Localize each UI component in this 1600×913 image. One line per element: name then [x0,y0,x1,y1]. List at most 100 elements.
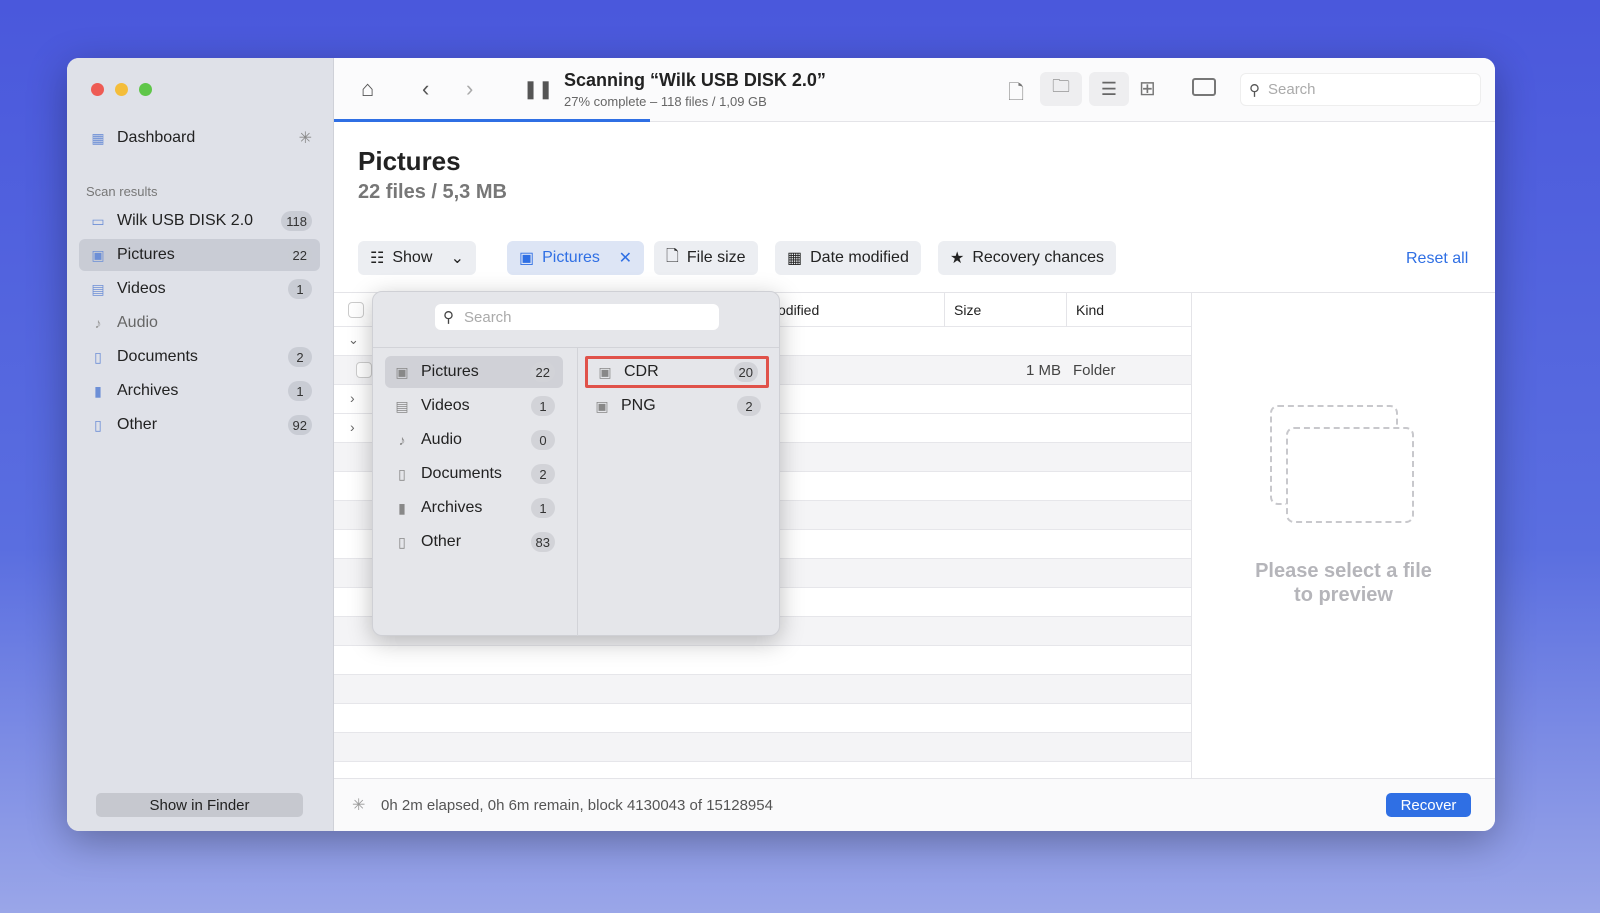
preview-line: Please select a file [1255,560,1432,582]
category-label: Videos [421,397,470,414]
category-icon: ▤ [395,397,409,414]
category-count: 2 [531,464,555,484]
sidebar: ▦ Dashboard ✳ Scan results ▭ Wilk USB DIS… [67,58,334,831]
header-size: Size [954,302,982,318]
recovery-chances-filter[interactable]: ★ Recovery chances [938,241,1116,275]
category-item-videos[interactable]: ▤ Videos 1 [385,390,563,422]
category-icon: ▮ [398,499,406,516]
category-count: 1 [531,396,555,416]
divider [373,347,779,348]
divider [944,293,945,327]
film-icon: ▤ [91,280,105,297]
zoom-button[interactable] [139,83,152,96]
image-icon: ▣ [519,250,535,267]
sidebar-item-archives[interactable]: ▮ Archives 1 [79,375,320,407]
calendar-icon: ▦ [787,250,803,267]
show-in-finder-button[interactable]: Show in Finder [96,793,303,817]
sidebar-item-disk[interactable]: ▭ Wilk USB DISK 2.0 118 [79,205,320,237]
sidebar-dashboard[interactable]: ▦ Dashboard ✳ [79,122,320,154]
category-icon: ▯ [398,465,406,482]
close-button[interactable] [91,83,104,96]
sidebar-item-other[interactable]: ▯ Other 92 [79,409,320,441]
pause-icon[interactable]: ❚❚ [523,79,553,100]
spinner-icon: ✳ [352,797,366,814]
header-kind: Kind [1076,302,1105,318]
category-popover: ⚲ Search ▣ Pictures 22 ▤ Videos 1 ♪ Audio 0 ▯ Docum… [372,291,780,636]
status-text: 0h 2m elapsed, 0h 6m remain, block 41300… [381,797,773,814]
grid-view-icon[interactable]: ⊞ [1139,76,1156,101]
chevron-down-icon[interactable]: ⌄ [348,332,359,348]
category-icon: ♪ [398,432,406,448]
image-icon: ▣ [595,397,609,414]
document-icon: 🗋 [666,247,679,265]
preview-line: to preview [1294,584,1393,606]
folder-view-icon[interactable]: 🗀 [1040,72,1082,106]
minimize-button[interactable] [115,83,128,96]
file-size-filter[interactable]: 🗋 File size [654,241,758,275]
table-row-empty [334,646,1191,675]
row-kind: Folder [1073,362,1116,379]
category-item-other[interactable]: ▯ Other 83 [385,526,563,558]
category-count: 83 [530,532,555,552]
back-icon[interactable]: ‹ [422,76,429,102]
list-view-icon[interactable]: ☰ [1089,72,1129,106]
close-icon[interactable]: ✕ [619,248,632,268]
category-count: 22 [530,362,555,382]
search-icon: ⚲ [443,309,454,326]
search-icon: ⚲ [1249,81,1260,99]
row-checkbox[interactable] [356,362,372,378]
table-row-empty [334,704,1191,733]
preview-placeholder-front [1286,427,1414,523]
recover-button[interactable]: Recover [1386,793,1471,817]
image-icon: ▣ [598,363,612,380]
sidebar-item-pictures[interactable]: ▣ Pictures 22 [79,239,320,271]
show-filter-button[interactable]: ☷ Show ⌄ [358,241,476,275]
category-label: Documents [421,465,502,482]
scan-title: Scanning “Wilk USB DISK 2.0” [564,70,826,90]
category-item-archives[interactable]: ▮ Archives 1 [385,492,563,524]
star-icon: ★ [950,250,965,267]
type-item-cdr[interactable]: ▣ CDR 20 [585,356,769,388]
sidebar-item-documents[interactable]: ▯ Documents 2 [79,341,320,373]
type-count: 20 [733,362,758,382]
chevron-right-icon[interactable]: › [350,390,355,406]
category-item-documents[interactable]: ▯ Documents 2 [385,458,563,490]
pictures-filter-chip[interactable]: ▣ Pictures ✕ [507,241,644,275]
category-label: Pictures [421,363,479,380]
document-icon: ▯ [94,348,102,365]
category-item-pictures[interactable]: ▣ Pictures 22 [385,356,563,388]
home-icon[interactable]: ⌂ [361,76,374,102]
date-modified-filter[interactable]: ▦ Date modified [775,241,921,275]
category-label: Other [421,533,462,550]
category-count: 0 [531,430,555,450]
select-all-checkbox[interactable] [348,302,364,318]
type-label: PNG [621,397,656,414]
preview-pane-icon[interactable] [1192,78,1216,96]
sidebar-item-videos[interactable]: ▤ Videos 1 [79,273,320,305]
section-label: Scan results [86,184,158,199]
divider [577,348,578,636]
category-icon: ▣ [395,363,409,380]
category-count: 1 [531,498,555,518]
scan-progress-bar [334,119,650,122]
table-row-empty [334,733,1191,762]
popover-search-input[interactable]: ⚲ Search [435,304,719,330]
type-label: CDR [624,363,659,380]
sidebar-item-audio[interactable]: ♪ Audio [79,307,320,339]
table-row-empty [334,675,1191,704]
type-item-png[interactable]: ▣ PNG 2 [585,390,769,422]
forward-icon[interactable]: › [466,76,473,102]
chevron-right-icon[interactable]: › [350,419,355,435]
drive-icon: ▭ [91,212,105,229]
category-label: Archives [421,499,483,516]
preview-pane: Please select a file to preview [1191,292,1495,778]
header-modified: odified [778,302,820,318]
search-input[interactable]: ⚲ Search [1240,73,1481,106]
table-row-empty [334,762,1191,778]
scan-subtitle: 27% complete – 118 files / 1,09 GB [564,94,767,109]
category-item-audio[interactable]: ♪ Audio 0 [385,424,563,456]
file-view-icon[interactable]: 🗋 [1008,78,1024,112]
reset-all-link[interactable]: Reset all [1406,250,1468,268]
preview-message: Please select a file to preview [1192,559,1495,607]
sliders-icon: ☷ [370,250,385,267]
